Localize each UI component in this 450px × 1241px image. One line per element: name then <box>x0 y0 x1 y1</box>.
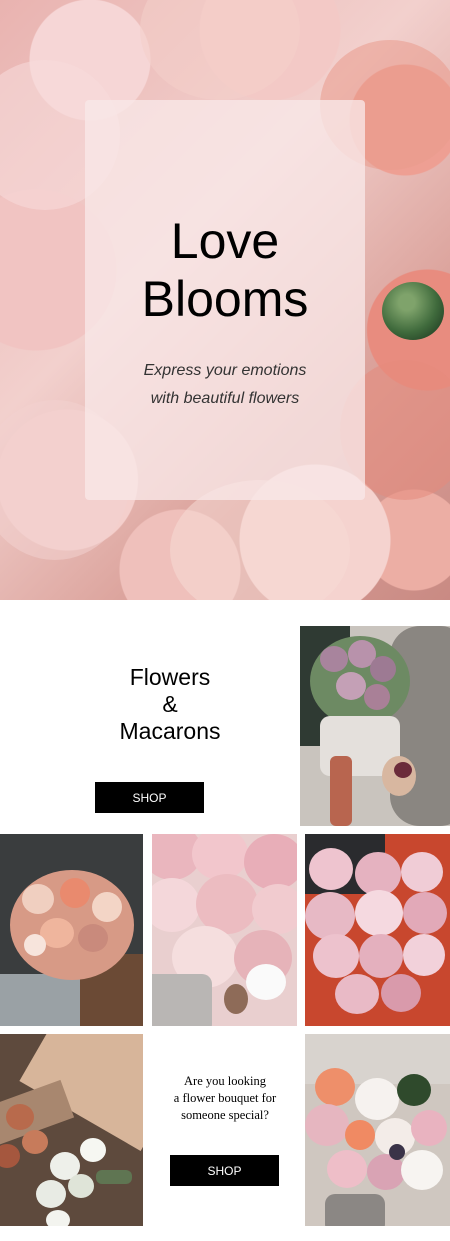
promo-text-line: someone special? <box>181 1108 269 1122</box>
green-flower-bud <box>382 282 444 340</box>
feature-heading: Flowers & Macarons <box>70 664 270 745</box>
hero-title-line: Love <box>170 213 280 269</box>
hero-subtitle: Express your emotions with beautiful flo… <box>85 357 365 413</box>
hero-subtitle-line: Express your emotions <box>143 362 307 379</box>
peony-armful-photo[interactable] <box>305 834 450 1026</box>
hero-title: Love Blooms <box>85 212 365 328</box>
dried-flower-arrangement-photo[interactable] <box>0 1034 143 1226</box>
tulip-bouquet-with-macaron-photo[interactable] <box>300 626 450 826</box>
feature-shop-button[interactable]: SHOP <box>95 782 204 813</box>
promo-text: Are you looking a flower bouquet for som… <box>152 1073 298 1124</box>
feature-heading-line: Flowers <box>129 664 211 690</box>
peach-rose-bouquet-photo[interactable] <box>0 834 143 1026</box>
feature-heading-line: & <box>162 691 178 717</box>
mixed-peony-bouquet-photo[interactable] <box>305 1034 450 1226</box>
promo-shop-button[interactable]: SHOP <box>170 1155 279 1186</box>
feature-heading-line: Macarons <box>119 718 221 744</box>
pink-peony-bouquet-photo[interactable] <box>152 834 297 1026</box>
hero-banner: Love Blooms Express your emotions with b… <box>0 0 450 600</box>
hero-title-line: Blooms <box>141 271 309 327</box>
rose-petal-decoration <box>140 0 300 100</box>
hero-subtitle-line: with beautiful flowers <box>150 390 300 407</box>
promo-text-line: Are you looking <box>184 1074 266 1088</box>
promo-text-line: a flower bouquet for <box>173 1091 277 1105</box>
